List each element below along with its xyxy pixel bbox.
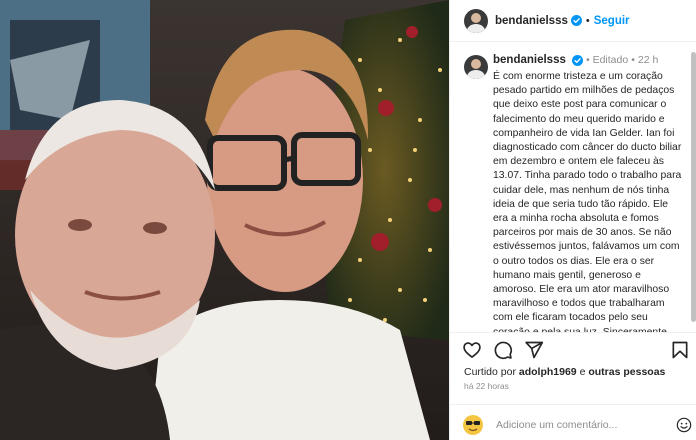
liked-user[interactable]: adolph1969 [519,366,577,378]
meta-separator: • [586,54,593,66]
follow-button[interactable]: Seguir [594,15,630,27]
liked-suffix: e [579,366,586,378]
caption-username[interactable]: bendanielsss [493,54,566,66]
post-photo [0,0,449,440]
liked-prefix: Curtido por [464,366,516,378]
meta-separator: • [631,54,638,66]
post-timestamp[interactable]: há 22 horas [464,381,509,391]
verified-badge-icon [571,54,583,66]
caption-text: É com enorme tristeza e um coração pesad… [493,71,682,333]
emoji-picker-icon[interactable] [676,417,692,433]
scrollbar[interactable] [691,52,696,322]
verified-badge-icon [570,15,582,26]
post-age[interactable]: 22 h [638,54,658,66]
comment-input[interactable]: Adicione um comentário... [496,419,617,431]
caption-avatar[interactable] [464,55,488,79]
comment-bar: Adicione um comentário... [450,404,696,440]
liked-by: Curtido por adolph1969 e outras pessoas [464,366,665,378]
header-username[interactable]: bendanielsss [495,15,568,27]
share-icon[interactable] [524,340,544,360]
photo-illustration [0,0,449,440]
edited-label: Editado [592,54,629,66]
emoji-icon[interactable] [462,414,484,436]
comment-icon[interactable] [493,340,513,360]
post-header: bendanielsss • Seguir [450,0,696,42]
post-side-panel: bendanielsss • Seguir bendanielsss • Edi… [449,0,696,440]
action-bar [462,340,690,360]
caption-header: bendanielsss • Editado • 22 h [493,54,658,66]
avatar[interactable] [464,8,488,33]
heart-icon[interactable] [462,340,482,360]
bookmark-icon[interactable] [670,340,690,360]
dot-separator: • [585,14,590,27]
liked-others[interactable]: outras pessoas [588,366,665,378]
caption-area: bendanielsss • Editado • 22 h É com enor… [450,43,696,333]
